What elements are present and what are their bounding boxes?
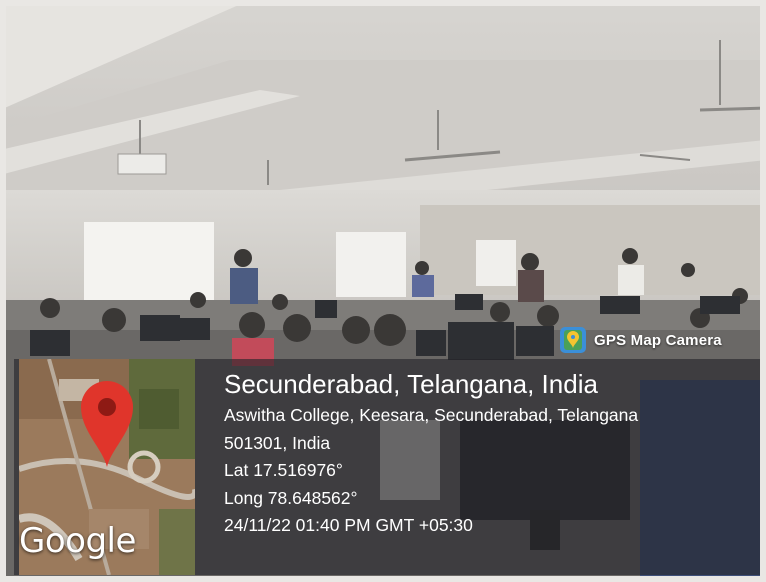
latitude-text: Lat 17.516976°	[224, 460, 343, 480]
address-line-1: Aswitha College, Keesara, Secunderabad, …	[224, 405, 639, 425]
location-title: Secunderabad, Telangana, India	[224, 369, 598, 399]
gps-map-camera-badge: GPS Map Camera	[560, 326, 722, 354]
google-logo: Google	[19, 521, 136, 561]
badge-label: GPS Map Camera	[594, 331, 722, 349]
timestamp-text: 24/11/22 01:40 PM GMT +05:30	[224, 515, 473, 535]
map-pin-icon	[560, 327, 586, 353]
location-info: Secunderabad, Telangana, India Aswitha C…	[224, 366, 754, 540]
map-pin-icon	[81, 381, 133, 467]
address-line-2: 501301, India	[224, 432, 331, 453]
longitude-text: Long 78.648562°	[224, 487, 358, 508]
